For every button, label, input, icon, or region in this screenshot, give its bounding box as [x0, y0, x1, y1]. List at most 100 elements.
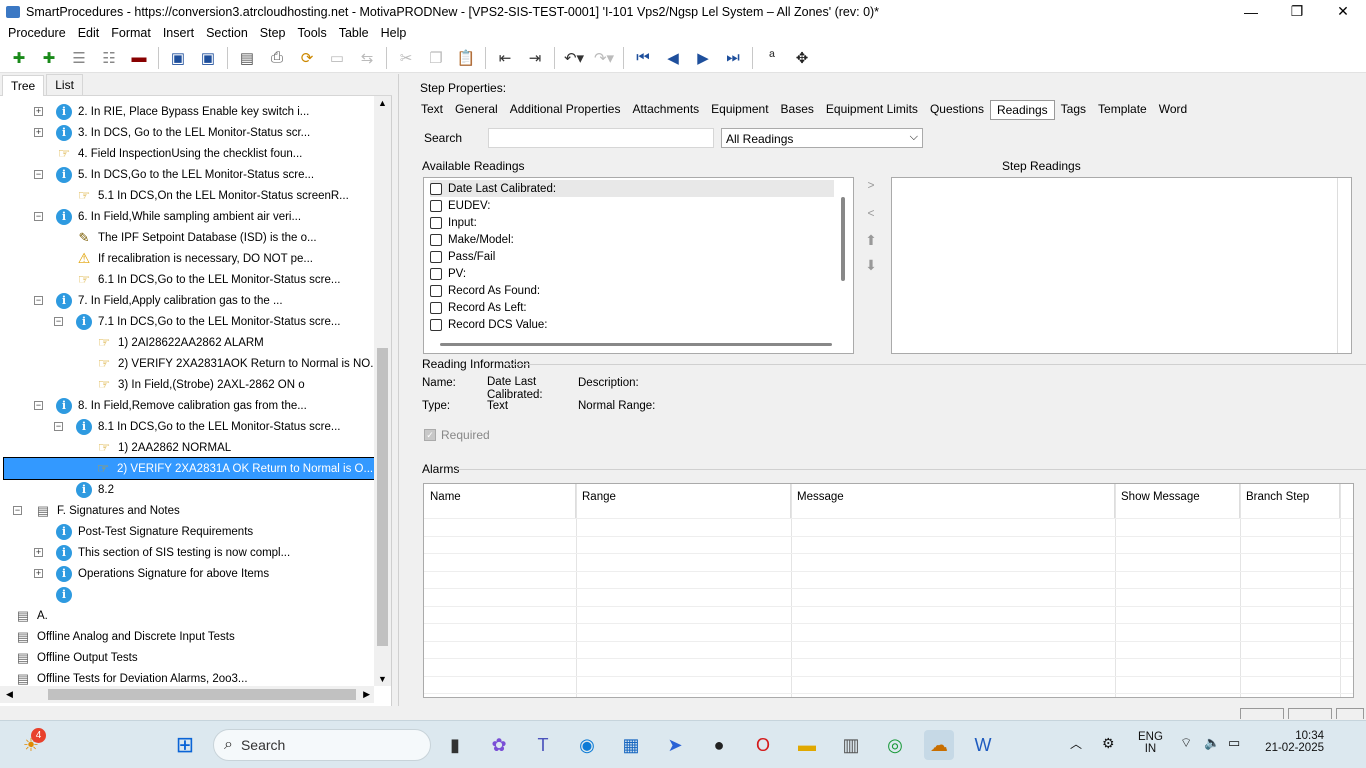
scrollbar-thumb[interactable]: [377, 348, 388, 646]
tab-list[interactable]: List: [46, 74, 83, 95]
tree-item[interactable]: ☞ 1) 2AA2862 NORMAL: [96, 437, 231, 458]
tab-attachments[interactable]: Attachments: [626, 100, 705, 120]
tab-template[interactable]: Template: [1092, 100, 1153, 120]
reading-item[interactable]: Pass/Fail: [430, 248, 495, 265]
add-step-icon[interactable]: ✚: [8, 47, 30, 69]
menu-edit[interactable]: Edit: [72, 26, 106, 40]
taskbar-search[interactable]: ⌕ Search: [213, 729, 431, 761]
column-header-message[interactable]: Message: [791, 484, 1115, 518]
spellcheck-icon[interactable]: ª: [761, 47, 783, 69]
reading-checkbox[interactable]: [430, 301, 442, 314]
tree-item[interactable]: ✎ The IPF Setpoint Database (ISD) is the …: [76, 227, 317, 248]
column-header-show-message[interactable]: Show Message: [1115, 484, 1240, 518]
previous-step-icon[interactable]: ◀: [662, 47, 684, 69]
reading-checkbox[interactable]: [430, 182, 442, 195]
tree-item[interactable]: i Post-Test Signature Requirements: [56, 521, 253, 542]
tree-item[interactable]: ▤ Offline Output Tests: [15, 647, 138, 668]
windows-start-icon[interactable]: ⊞: [170, 730, 200, 760]
tab-equipment-limits[interactable]: Equipment Limits: [820, 100, 924, 120]
required-checkbox[interactable]: ✓ Required: [424, 428, 490, 442]
tree-item[interactable]: ☞ 2) VERIFY 2XA2831A OK Return to Normal …: [3, 457, 374, 480]
remote-desktop-icon[interactable]: ▥: [836, 730, 866, 760]
scroll-right-icon[interactable]: ▶: [363, 689, 370, 700]
chrome-icon[interactable]: ◎: [880, 730, 910, 760]
collapse-icon[interactable]: −: [54, 317, 63, 326]
reading-item[interactable]: EUDEV:: [430, 197, 490, 214]
word-icon[interactable]: W: [968, 730, 998, 760]
move-icon[interactable]: ✥: [791, 47, 813, 69]
add-substep-icon[interactable]: ✚: [38, 47, 60, 69]
reading-checkbox[interactable]: [430, 216, 442, 229]
edge-icon[interactable]: ◉: [572, 730, 602, 760]
file-explorer-icon[interactable]: ▬: [792, 730, 822, 760]
tab-equipment[interactable]: Equipment: [705, 100, 774, 120]
expand-icon[interactable]: +: [34, 569, 43, 578]
volume-icon[interactable]: 🔈: [1204, 735, 1220, 751]
expand-icon[interactable]: +: [34, 107, 43, 116]
tree-item[interactable]: − i 8.1 In DCS,Go to the LEL Monitor-Statu…: [54, 416, 340, 437]
opera-icon[interactable]: O: [748, 730, 778, 760]
menu-procedure[interactable]: Procedure: [2, 26, 72, 40]
column-header-range[interactable]: Range: [576, 484, 791, 518]
clock[interactable]: 10:34 21-02-2025: [1262, 730, 1324, 754]
tray-chevron-icon[interactable]: ︿: [1070, 735, 1082, 752]
reading-item[interactable]: Record As Left:: [430, 299, 527, 316]
tab-tree[interactable]: Tree: [2, 75, 45, 96]
outline-icon[interactable]: ☷: [98, 47, 120, 69]
column-header-name[interactable]: Name: [424, 484, 576, 518]
pane-splitter[interactable]: [398, 74, 404, 706]
copilot-icon[interactable]: ✿: [484, 730, 514, 760]
first-step-icon[interactable]: ⏮: [632, 47, 654, 69]
reading-item[interactable]: Input:: [430, 214, 477, 231]
delete-icon[interactable]: ▬: [128, 47, 150, 69]
battery-icon[interactable]: ▭: [1228, 735, 1240, 751]
tree-item[interactable]: i: [56, 584, 78, 605]
refresh-icon[interactable]: ⟳: [296, 47, 318, 69]
tree-item[interactable]: ☞ 3) In Field,(Strobe) 2AXL-2862 ON o: [96, 374, 305, 395]
tree-item[interactable]: − i 7. In Field,Apply calibration gas to t…: [34, 290, 283, 311]
readings-search-input[interactable]: [488, 128, 714, 148]
tree-horizontal-scrollbar[interactable]: ◀ ▶: [0, 686, 374, 703]
reading-checkbox[interactable]: [430, 318, 442, 331]
menu-section[interactable]: Section: [200, 26, 254, 40]
reading-checkbox[interactable]: [430, 250, 442, 263]
tree-item[interactable]: − i 7.1 In DCS,Go to the LEL Monitor-Statu…: [54, 311, 340, 332]
tree-item[interactable]: − i 8. In Field,Remove calibration gas fro…: [34, 395, 307, 416]
save-icon[interactable]: ▣: [197, 47, 219, 69]
paste-icon[interactable]: 📋: [455, 47, 477, 69]
network-status-icon[interactable]: ⚙: [1102, 735, 1115, 752]
task-view-icon[interactable]: ▮: [440, 730, 470, 760]
scrollbar-thumb[interactable]: [841, 197, 845, 281]
teams-icon[interactable]: T: [528, 730, 558, 760]
tree-item[interactable]: ☞ 4. Field InspectionUsing the checklist …: [56, 143, 303, 164]
tree-item[interactable]: ▤ Offline Tests for Deviation Alarms, 2oo…: [15, 668, 248, 686]
reading-item[interactable]: Make/Model:: [430, 231, 514, 248]
move-up-icon[interactable]: ⬆: [860, 230, 882, 250]
restore-button[interactable]: ❐: [1274, 0, 1320, 23]
reading-checkbox[interactable]: [430, 199, 442, 212]
undo-icon[interactable]: ↶▾: [563, 47, 585, 69]
last-step-icon[interactable]: ⏭: [722, 47, 744, 69]
tree-item[interactable]: − i 6. In Field,While sampling ambient air…: [34, 206, 301, 227]
cut-icon[interactable]: ✂: [395, 47, 417, 69]
reading-checkbox[interactable]: [430, 267, 442, 280]
collapse-icon[interactable]: −: [54, 422, 63, 431]
menu-tools[interactable]: Tools: [292, 26, 333, 40]
dell-icon[interactable]: ●: [704, 730, 734, 760]
tree-item[interactable]: + i Operations Signature for above Items: [34, 563, 269, 584]
column-header-branch-step[interactable]: Branch Step: [1240, 484, 1340, 518]
tree-vertical-scrollbar[interactable]: ▲ ▼: [374, 96, 391, 686]
tab-questions[interactable]: Questions: [924, 100, 990, 120]
reading-item[interactable]: Record As Found:: [430, 282, 540, 299]
menu-table[interactable]: Table: [333, 26, 375, 40]
redo-icon[interactable]: ↷▾: [593, 47, 615, 69]
tab-general[interactable]: General: [449, 100, 504, 120]
store-icon[interactable]: ▦: [616, 730, 646, 760]
readings-filter-dropdown[interactable]: All Readings ⌵: [721, 128, 923, 148]
copy-icon[interactable]: ❐: [425, 47, 447, 69]
collapse-icon[interactable]: −: [34, 170, 43, 179]
tree-item[interactable]: ☞ 6.1 In DCS,Go to the LEL Monitor-Status…: [76, 269, 341, 290]
indent-icon[interactable]: ⇥: [524, 47, 546, 69]
menu-insert[interactable]: Insert: [157, 26, 200, 40]
save-copy-icon[interactable]: ▣: [167, 47, 189, 69]
